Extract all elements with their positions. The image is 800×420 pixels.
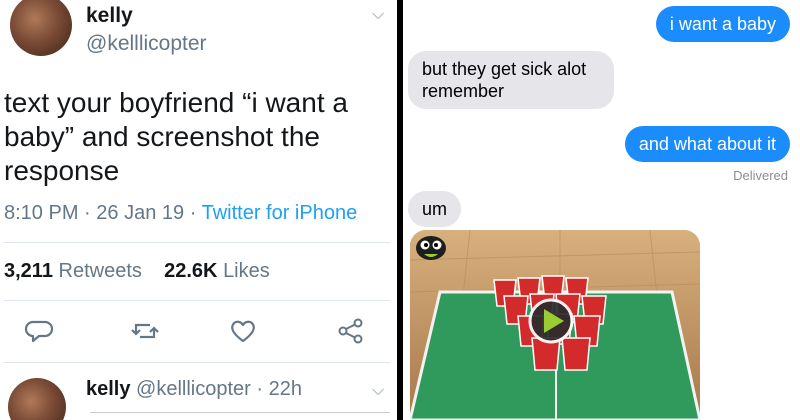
video-thumbnail: [410, 230, 700, 420]
messages-panel: i want a baby but they get sick alot rem…: [403, 0, 800, 420]
video-attachment[interactable]: [410, 230, 700, 420]
likes-count[interactable]: 22.6K: [164, 260, 217, 282]
share-icon[interactable]: [336, 316, 366, 346]
tweet-actions: [0, 316, 397, 346]
channel-logo: [416, 236, 446, 260]
likes-label[interactable]: Likes: [223, 260, 270, 282]
tweet-stats: 3,211 Retweets 22.6K Likes: [4, 260, 270, 283]
separator: ·: [84, 202, 91, 224]
tweet-text: text your boyfriend “i want a baby” and …: [4, 87, 348, 186]
like-icon[interactable]: [228, 316, 258, 346]
divider: [4, 362, 390, 363]
message-bubble-sent[interactable]: and what about it: [624, 126, 790, 162]
avatar[interactable]: [10, 0, 72, 56]
message-bubble-received[interactable]: um: [408, 191, 462, 227]
tweet-time: 8:10 PM: [4, 202, 79, 224]
display-name[interactable]: kelly: [86, 378, 130, 400]
tweet-meta: 8:10 PM · 26 Jan 19 · Twitter for iPhone: [4, 202, 357, 225]
divider: [4, 300, 390, 301]
delivered-status: Delivered: [733, 168, 788, 183]
play-icon[interactable]: [528, 298, 574, 344]
divider: [4, 242, 390, 243]
handle[interactable]: @kelllicopter: [136, 378, 251, 400]
reply-icon[interactable]: [24, 316, 54, 346]
chevron-down-icon[interactable]: ⌵: [372, 382, 384, 400]
message-bubble-sent[interactable]: i want a baby: [655, 6, 790, 42]
chevron-down-icon[interactable]: ⌵: [372, 6, 384, 24]
reply-age: 22h: [268, 378, 303, 400]
handle[interactable]: @kelllicopter: [86, 32, 207, 56]
reply-header: kelly @kelllicopter · 22h: [86, 378, 302, 401]
separator: ·: [256, 378, 264, 400]
tweet-source-link[interactable]: Twitter for iPhone: [202, 202, 358, 224]
retweet-icon[interactable]: [130, 316, 160, 346]
message-bubble-received[interactable]: but they get sick alot remember: [408, 51, 614, 109]
retweets-count[interactable]: 3,211: [4, 260, 53, 282]
display-name[interactable]: kelly: [86, 4, 133, 28]
tweet-date: 26 Jan 19: [96, 202, 185, 224]
avatar[interactable]: [8, 378, 66, 420]
separator: ·: [189, 202, 197, 224]
embedded-screenshot-edge: [90, 412, 390, 420]
retweets-label[interactable]: Retweets: [59, 260, 142, 282]
tweet-panel: kelly @kelllicopter ⌵ text your boyfrien…: [0, 0, 397, 420]
